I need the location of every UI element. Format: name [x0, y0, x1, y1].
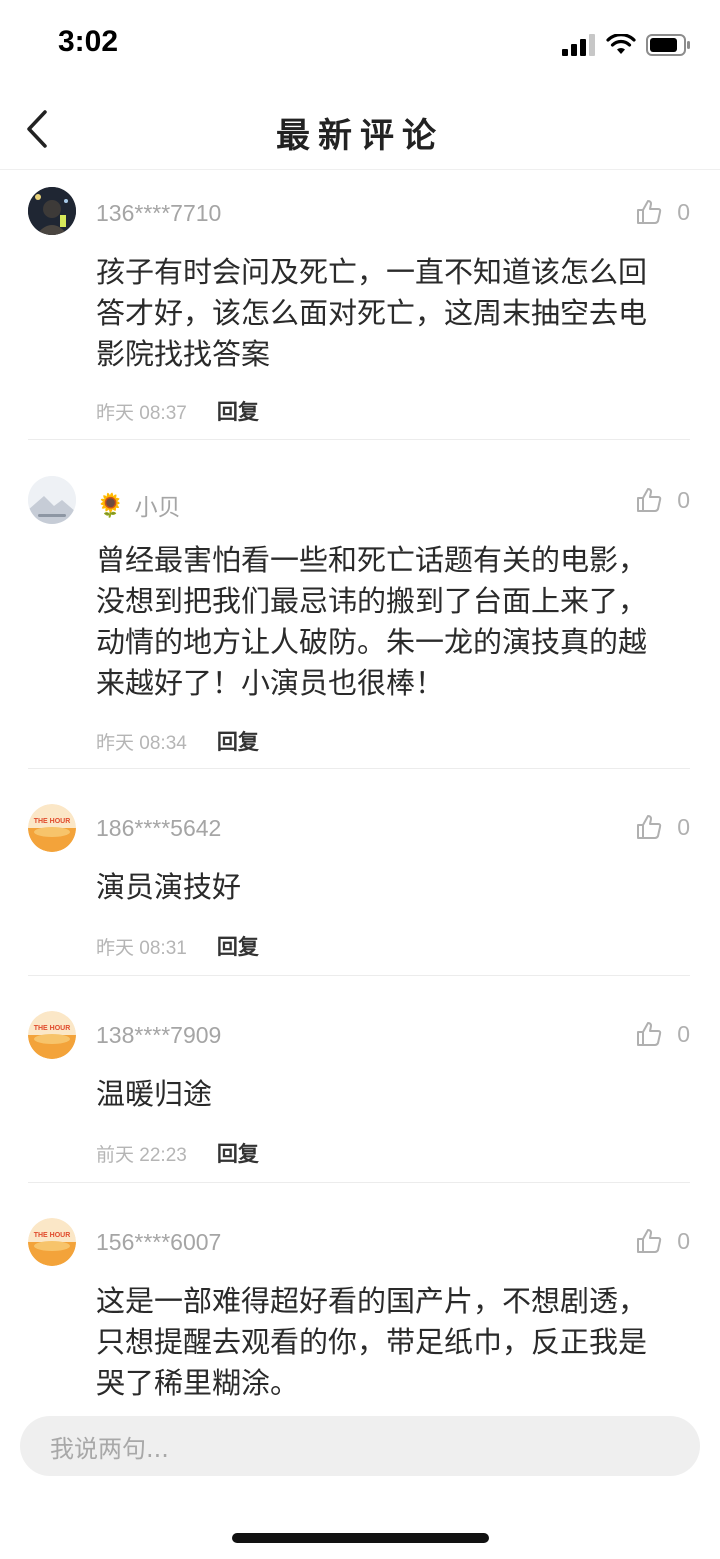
- comment-list[interactable]: 136****7710 0 孩子有时会问及死亡，一直不知道该怎么回答才好，该怎么…: [0, 170, 720, 1398]
- like-button[interactable]: 0: [635, 813, 690, 841]
- avatar-logo-text: THE HOUR: [34, 818, 71, 825]
- reply-button[interactable]: 回复: [217, 931, 259, 961]
- header: 最新评论: [0, 88, 720, 170]
- reply-button[interactable]: 回复: [217, 1138, 259, 1168]
- signal-icon: [562, 34, 595, 56]
- avatar-logo-text: THE HOUR: [34, 1025, 71, 1032]
- page-title: 最新评论: [276, 116, 444, 156]
- comment-username: 186****5642: [96, 815, 222, 841]
- like-count: 0: [677, 1020, 690, 1047]
- comment-meta: 昨天 08:34 回复: [96, 726, 259, 756]
- like-count: 0: [677, 486, 690, 513]
- comment-text: 曾经最害怕看一些和死亡话题有关的电影，没想到把我们最忌讳的搬到了台面上来了，动情…: [96, 543, 648, 700]
- comment-item: 🌻 小贝 0 曾经最害怕看一些和死亡话题有关的电影，没想到把我们最忌讳的搬到了台…: [28, 440, 690, 769]
- status-icons: [562, 30, 692, 60]
- comment-item: THE HOUR 156****6007 0 这是一部难得超好看的国产片，不想剧…: [28, 1183, 690, 1398]
- like-button[interactable]: 0: [635, 198, 690, 226]
- like-button[interactable]: 0: [635, 486, 690, 514]
- reply-button[interactable]: 回复: [217, 396, 259, 426]
- comment-time: 昨天 08:34: [96, 732, 187, 754]
- like-count: 0: [677, 1227, 690, 1254]
- like-count: 0: [677, 813, 690, 840]
- like-count: 0: [677, 198, 690, 225]
- comment-time: 前天 22:23: [96, 1144, 187, 1166]
- status-time: 3:02: [58, 25, 119, 58]
- comment-input-bar: 我说两句...: [0, 1398, 720, 1494]
- screen: 3:02 最新评论 136****7710 0 孩子有时会问及死亡，一直不知道该…: [0, 0, 720, 1559]
- battery-icon: [646, 34, 690, 56]
- thumbs-up-icon: [637, 1229, 662, 1253]
- reply-button[interactable]: 回复: [217, 726, 259, 756]
- comment-username: 136****7710: [96, 200, 222, 226]
- comment-text: 孩子有时会问及死亡，一直不知道该怎么回答才好，该怎么面对死亡，这周末抽空去电影院…: [96, 255, 648, 371]
- wifi-icon: [606, 34, 636, 54]
- comment-meta: 前天 22:23 回复: [96, 1138, 259, 1168]
- thumbs-up-icon: [637, 1022, 662, 1046]
- thumbs-up-icon: [637, 200, 662, 224]
- user-avatar[interactable]: THE HOUR: [28, 1011, 76, 1059]
- comment-text: 这是一部难得超好看的国产片，不想剧透，只想提醒去观看的你，带足纸巾，反正我是哭了…: [96, 1284, 648, 1398]
- comment-username: 🌻 小贝: [96, 491, 181, 521]
- comment-time: 昨天 08:31: [96, 937, 187, 959]
- comment-username: 156****6007: [96, 1229, 222, 1255]
- comment-meta: 昨天 08:31 回复: [96, 931, 259, 961]
- user-avatar[interactable]: THE HOUR: [28, 1218, 76, 1266]
- user-avatar[interactable]: [28, 476, 76, 524]
- like-button[interactable]: 0: [635, 1020, 690, 1048]
- thumbs-up-icon: [637, 488, 662, 512]
- like-button[interactable]: 0: [635, 1227, 690, 1255]
- comment-text: 演员演技好: [96, 870, 242, 904]
- comment-item: 136****7710 0 孩子有时会问及死亡，一直不知道该怎么回答才好，该怎么…: [28, 170, 690, 440]
- home-indicator[interactable]: [232, 1533, 489, 1543]
- comment-meta: 昨天 08:37 回复: [96, 396, 259, 426]
- sunflower-emoji: 🌻: [96, 491, 125, 518]
- user-avatar[interactable]: THE HOUR: [28, 804, 76, 852]
- comment-item: THE HOUR 138****7909 0 温暖归途 前天 22:23 回复: [28, 976, 690, 1183]
- comment-time: 昨天 08:37: [96, 402, 187, 424]
- comment-input[interactable]: 我说两句...: [20, 1416, 700, 1476]
- comment-item: THE HOUR 186****5642 0 演员演技好 昨天 08:31 回复: [28, 769, 690, 976]
- comment-text: 温暖归途: [96, 1077, 213, 1111]
- avatar-logo-text: THE HOUR: [34, 1232, 71, 1239]
- status-bar: 3:02: [0, 0, 720, 88]
- user-avatar[interactable]: [28, 187, 76, 235]
- comment-username: 138****7909: [96, 1022, 222, 1048]
- thumbs-up-icon: [637, 815, 662, 839]
